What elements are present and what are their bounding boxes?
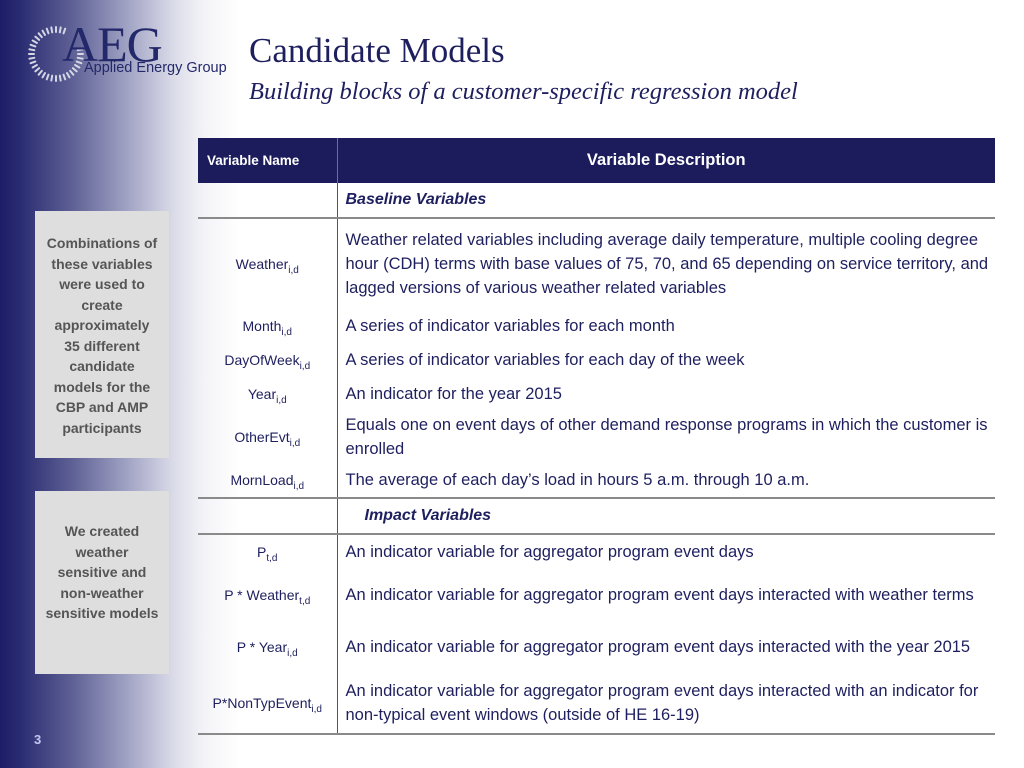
logo-ring-tick (37, 69, 43, 76)
logo-ring-tick (34, 35, 41, 41)
logo-ring-tick (28, 48, 36, 52)
variable-name-text: P * Weather (224, 587, 300, 603)
logo-ring-tick (31, 39, 38, 44)
variable-subscript: i,d (287, 648, 298, 659)
variable-subscript: i,d (311, 704, 322, 715)
variable-name: Yeari,d (198, 377, 338, 411)
callout-box-weather-models: We created weather sensitive and non-wea… (35, 491, 169, 674)
logo-ring-tick (29, 60, 37, 65)
section-name-cell (198, 497, 338, 535)
section-title: Baseline Variables (337, 183, 995, 219)
variable-subscript: t,d (299, 596, 311, 607)
variable-name: P * Weathert,d (198, 569, 338, 621)
logo-ring-tick (50, 26, 54, 34)
table-row: MornLoadi,d The average of each day’s loa… (198, 463, 995, 498)
logo-company-name: Applied Energy Group (84, 60, 227, 76)
section-row: Baseline Variables (198, 183, 995, 219)
variable-name-text: P * Year (236, 639, 288, 655)
table-row: Monthi,d A series of indicator variables … (198, 309, 995, 343)
variable-description: The average of each day’s load in hours … (345, 471, 810, 489)
table-row: DayOfWeeki,d A series of indicator variab… (198, 343, 995, 377)
logo-ring-tick (28, 56, 36, 60)
variable-description: An indicator variable for aggregator pro… (345, 586, 974, 604)
variable-subscript: i,d (288, 265, 299, 276)
callout-box-combinations: Combinations of these variables were use… (35, 211, 169, 458)
variable-description: Equals one on event days of other demand… (345, 416, 988, 458)
variable-description: Weather related variables including aver… (345, 231, 989, 297)
variable-subscript: i,d (293, 481, 305, 492)
logo-ring-tick (58, 26, 62, 34)
variable-name-text: P*NonTypEvent (212, 695, 312, 711)
logo-ring-tick (45, 27, 50, 35)
variable-name-text: DayOfWeek (224, 352, 300, 368)
variable-name-text: Year (247, 386, 277, 402)
variable-name: MornLoadi,d (198, 463, 338, 498)
slide-title: Candidate Models (249, 31, 505, 70)
logo-ring-tick (29, 43, 37, 48)
variables-table: Variable Name Variable Description Basel… (198, 138, 995, 735)
variable-name: OtherEvti,d (198, 411, 338, 463)
slide-subtitle: Building blocks of a customer-specific r… (249, 78, 798, 105)
logo-ring-tick (41, 72, 46, 79)
table-row: Pt,d An indicator variable for aggregator… (198, 534, 995, 569)
logo-ring-tick (50, 74, 54, 82)
table-row: Yeari,d An indicator for the year 2015 (198, 377, 995, 411)
variable-description: A series of indicator variables for each… (345, 351, 745, 369)
logo-ring-tick (34, 67, 41, 73)
logo-ring-tick (45, 73, 50, 81)
variable-name-text: MornLoad (230, 472, 294, 488)
company-logo: AEG Applied Energy Group (22, 16, 232, 88)
logo-ring-tick (66, 72, 71, 79)
column-header-variable-name: Variable Name (198, 138, 338, 183)
table-row: P * Weathert,d An indicator variable for … (198, 569, 995, 621)
variable-description: An indicator variable for aggregator pro… (337, 673, 995, 735)
table-row: Weatheri,d Weather related variables incl… (198, 218, 995, 309)
variable-description: An indicator variable for aggregator pro… (345, 543, 754, 561)
logo-ring-tick (31, 64, 38, 69)
table-header-row: Variable Name Variable Description (198, 138, 995, 183)
logo-ring-tick (58, 74, 62, 82)
variable-description: An indicator for the year 2015 (345, 385, 562, 403)
page-number: 3 (34, 732, 42, 747)
variable-subscript: i,d (299, 361, 311, 372)
variable-name: Monthi,d (198, 309, 338, 343)
variable-subscript: i,d (276, 395, 287, 406)
variable-subscript: i,d (281, 327, 292, 338)
variable-subscript: i,d (289, 438, 301, 449)
variable-description: An indicator variable for aggregator pro… (345, 638, 971, 656)
variable-subscript: t,d (266, 553, 278, 564)
table-row: P*NonTypEventi,d An indicator variable fo… (198, 673, 995, 735)
table-row: OtherEvti,d Equals one on event days of o… (198, 411, 995, 463)
variable-name: Weatheri,d (198, 218, 338, 309)
variable-name: Pt,d (198, 534, 338, 569)
variable-name: P*NonTypEventi,d (198, 673, 338, 735)
variable-name: P * Yeari,d (198, 621, 338, 673)
variable-description: A series of indicator variables for each… (345, 317, 675, 335)
section-row: Impact Variables (198, 497, 995, 535)
column-header-variable-description: Variable Description (337, 138, 995, 183)
variable-name-text: P (257, 544, 267, 560)
logo-ring-tick (37, 32, 43, 39)
section-title: Impact Variables (337, 497, 995, 535)
logo-ring-tick (62, 73, 67, 81)
variable-name-text: Weather (235, 256, 289, 272)
variable-name-text: OtherEvt (234, 429, 290, 445)
variable-name: DayOfWeeki,d (198, 343, 338, 377)
logo-ring-tick (41, 29, 46, 36)
section-name-cell (198, 183, 338, 219)
variable-name-text: Month (242, 318, 282, 334)
table-row: P * Yeari,d An indicator variable for agg… (198, 621, 995, 673)
